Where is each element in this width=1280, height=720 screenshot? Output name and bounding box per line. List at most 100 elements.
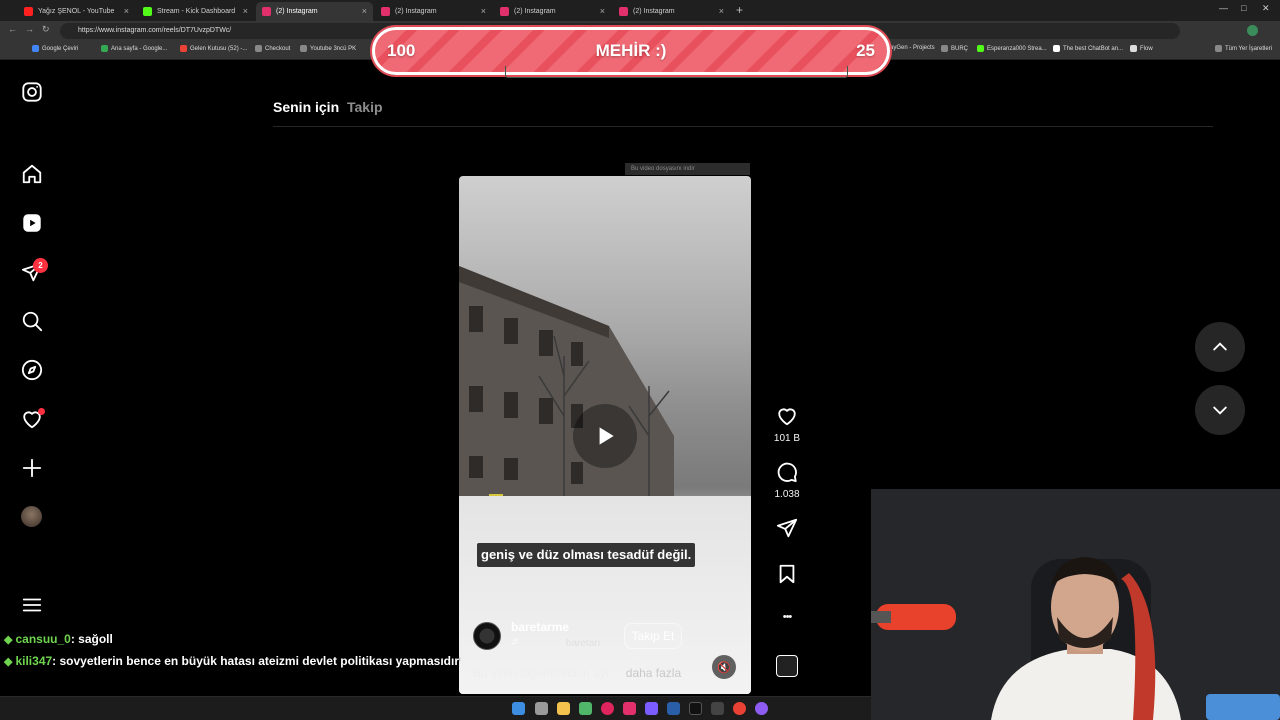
browser-tab-instagram[interactable]: (2) Instagram ×: [613, 2, 730, 21]
audio-name[interactable]: baretarı: [566, 638, 600, 649]
chatbot-icon: [1053, 45, 1060, 52]
video-caption[interactable]: Bu şehri diğerlerinden ayı ... daha fazl…: [473, 666, 681, 680]
create-plus-icon[interactable]: [19, 455, 44, 480]
obs-icon[interactable]: [601, 702, 614, 715]
bookmark-item[interactable]: ayGen - Projects: [890, 45, 935, 51]
tab-for-you[interactable]: Senin için: [273, 99, 339, 115]
audio-thumbnail[interactable]: [776, 655, 798, 677]
chat-badge-icon: ◆: [4, 656, 13, 668]
notification-badge: 2: [33, 258, 48, 273]
tab-title: Stream - Kick Dashboard: [157, 8, 236, 15]
maximize-icon[interactable]: □: [1241, 3, 1246, 13]
play-icon[interactable]: [573, 404, 637, 468]
start-icon[interactable]: [512, 702, 525, 715]
bookmark-label: Tüm Yer İşaretleri: [1225, 45, 1273, 52]
minimize-icon[interactable]: —: [1219, 3, 1228, 13]
browser-tab-youtube[interactable]: Yağız ŞENOL - YouTube ×: [18, 2, 135, 21]
previous-reel-button[interactable]: [1195, 322, 1245, 372]
follow-button[interactable]: Takip Et: [624, 623, 682, 649]
bookmark-label: Flow: [1140, 45, 1153, 52]
tiktok-icon[interactable]: [689, 702, 702, 715]
bookmark-item[interactable]: Checkout: [255, 45, 290, 52]
caption-more-link[interactable]: daha fazla: [626, 666, 681, 680]
home-icon[interactable]: [19, 161, 44, 186]
comment-icon[interactable]: [774, 461, 800, 483]
tab-title: (2) Instagram: [395, 8, 437, 15]
reels-icon[interactable]: [19, 210, 44, 235]
explore-icon[interactable]: [19, 357, 44, 382]
profile-avatar-icon[interactable]: [1247, 25, 1258, 36]
search-box-edge: [505, 66, 848, 78]
search-icon[interactable]: [19, 308, 44, 333]
tab-following[interactable]: Takip: [347, 99, 383, 115]
browser-tab-kick[interactable]: Stream - Kick Dashboard ×: [137, 2, 254, 21]
bookmark-item[interactable]: Gelen Kutusu (52) -...: [180, 45, 247, 52]
tab-title: Yağız ŞENOL - YouTube: [38, 8, 115, 15]
author-username[interactable]: baretarme: [511, 620, 569, 634]
gmail-icon: [180, 45, 187, 52]
reload-icon[interactable]: ↻: [42, 24, 50, 35]
close-tab-icon[interactable]: ×: [600, 6, 605, 16]
bookmark-item[interactable]: Youtube 3ncü PK: [300, 45, 356, 52]
close-tab-icon[interactable]: ×: [124, 6, 129, 16]
video-subtitle: geniş ve düz olması tesadüf değil.: [477, 543, 696, 567]
bookmark-item[interactable]: Ana sayfa - Google...: [101, 45, 167, 52]
bookmark-item[interactable]: The best ChatBot an...: [1053, 45, 1123, 52]
tab-title: (2) Instagram: [633, 8, 675, 15]
chat-text: : sağoll: [70, 632, 113, 646]
bookmark-item[interactable]: Esperanza000 Strea...: [977, 45, 1047, 52]
file-explorer-icon[interactable]: [557, 702, 570, 715]
chat-message: ◆ cansuu_0: sağoll: [4, 632, 113, 646]
back-icon[interactable]: ←: [8, 24, 17, 34]
app-icon[interactable]: [579, 702, 592, 715]
video-snow-ground: [459, 496, 751, 694]
app-icon[interactable]: [755, 702, 768, 715]
new-tab-button[interactable]: +: [736, 3, 743, 17]
forward-icon[interactable]: →: [25, 24, 34, 34]
close-tab-icon[interactable]: ×: [719, 6, 724, 16]
like-count: 101 B: [773, 433, 801, 444]
close-tab-icon[interactable]: ×: [481, 6, 486, 16]
bookmark-item[interactable]: BURÇ: [941, 45, 968, 52]
chrome-icon[interactable]: [733, 702, 746, 715]
discord-icon[interactable]: [645, 702, 658, 715]
goal-right-value: 25: [856, 41, 875, 60]
bookmark-item[interactable]: Google Çeviri: [32, 45, 78, 52]
caption-text: Bu şehri diğerlerinden ayı ...: [473, 666, 623, 680]
bookmark-label: ayGen - Projects: [890, 45, 935, 51]
browser-tab-instagram-active[interactable]: (2) Instagram ×: [256, 2, 373, 21]
bookmark-label: Ana sayfa - Google...: [111, 45, 168, 52]
instagram-app-icon[interactable]: [623, 702, 636, 715]
close-window-icon[interactable]: ✕: [1262, 3, 1270, 14]
close-tab-icon[interactable]: ×: [243, 6, 248, 16]
browser-tab-instagram[interactable]: (2) Instagram ×: [494, 2, 611, 21]
bookmark-item[interactable]: Flow: [1130, 45, 1153, 52]
save-bookmark-icon[interactable]: [774, 563, 800, 585]
menu-hamburger-icon[interactable]: [19, 592, 44, 617]
photoshop-icon[interactable]: [667, 702, 680, 715]
instagram-logo-icon[interactable]: [19, 79, 44, 104]
profile-avatar[interactable]: [21, 506, 42, 527]
next-reel-button[interactable]: [1195, 385, 1245, 435]
task-view-icon[interactable]: [535, 702, 548, 715]
youtube-favicon-icon: [24, 7, 33, 16]
all-bookmarks[interactable]: Tüm Yer İşaretleri: [1215, 45, 1272, 52]
browser-tab-instagram[interactable]: (2) Instagram ×: [375, 2, 492, 21]
video-frame-scene: [459, 266, 674, 526]
bookmark-label: Checkout: [265, 45, 291, 52]
folder-icon: [255, 45, 262, 52]
bookmark-label: Esperanza000 Strea...: [987, 45, 1047, 52]
chat-text: : sovyetlerin bence en büyük hatası atei…: [52, 654, 459, 668]
chat-username: cansuu_0: [15, 632, 71, 646]
more-options-icon[interactable]: •••: [760, 611, 814, 623]
tabs-divider: [273, 126, 1213, 127]
like-icon[interactable]: [774, 405, 800, 427]
bookmark-label: Gelen Kutusu (52) -...: [190, 45, 248, 52]
video-download-hint[interactable]: Bu video dosyasını indir: [625, 163, 750, 175]
author-avatar[interactable]: [473, 622, 501, 650]
music-note-icon: ♬: [511, 636, 521, 647]
share-icon[interactable]: [774, 517, 800, 539]
app-icon[interactable]: [711, 702, 724, 715]
close-tab-icon[interactable]: ×: [362, 6, 367, 16]
mute-icon[interactable]: 🔇: [712, 655, 736, 679]
